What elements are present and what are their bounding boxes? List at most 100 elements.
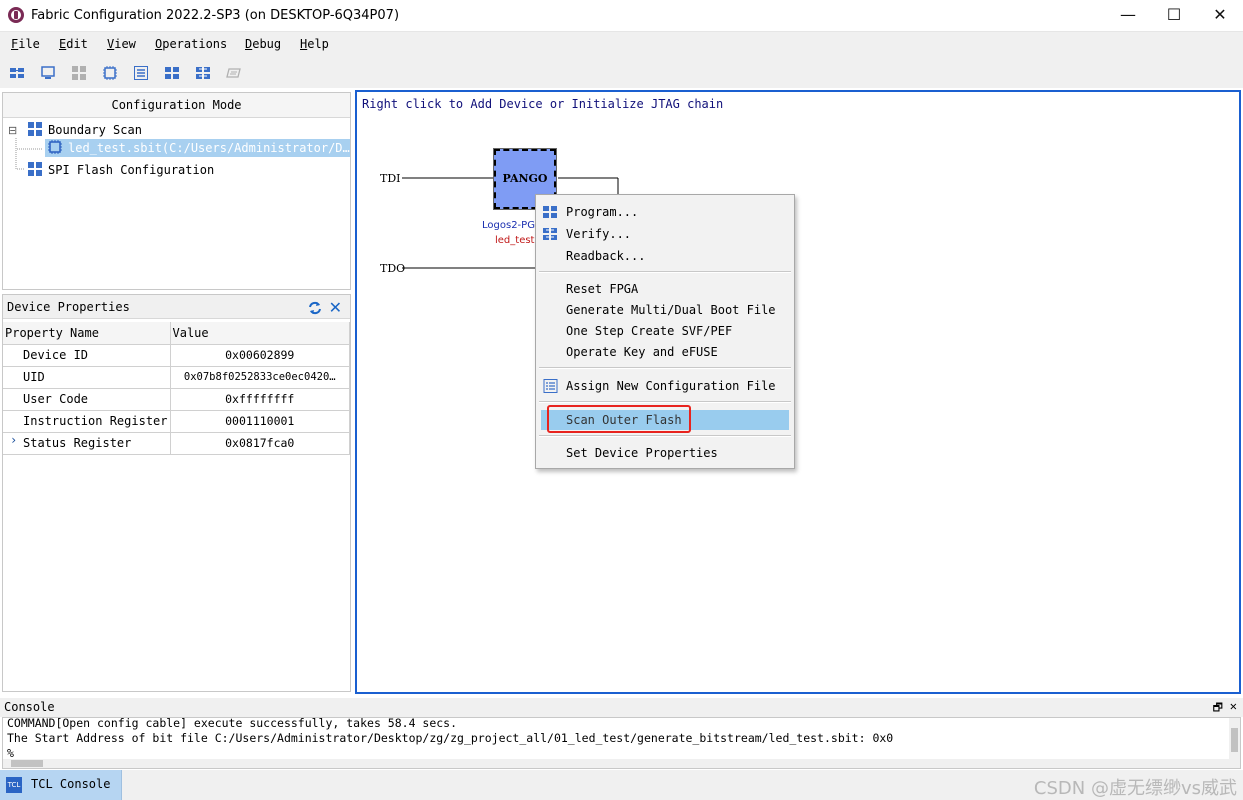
program-icon[interactable] [164,65,180,81]
chain-icon[interactable] [9,65,25,81]
tdi-label: TDI [380,172,401,185]
menu-item-operate-key-efuse[interactable]: Operate Key and eFUSE [536,342,794,362]
menu-operations[interactable]: Operations [155,37,227,51]
close-panel-icon[interactable]: ✕ [329,296,342,320]
table-row[interactable]: › Status Register 0x0817fca0 [3,432,350,455]
title-bar: Fabric Configuration 2022.2-SP3 (on DESK… [0,0,1243,32]
bottom-tab-bar: TCL TCL Console CSDN @虚无缥缈vs威武 [0,770,1243,800]
close-button[interactable]: ✕ [1197,0,1243,32]
scrollbar-thumb[interactable] [1231,728,1238,752]
console-line: The Start Address of bit file C:/Users/A… [7,731,894,745]
tdo-label: TDO [380,262,406,275]
expand-chevron-icon[interactable]: › [10,433,17,447]
property-name: Instruction Register [3,410,171,433]
menu-separator [539,271,791,273]
table-row[interactable]: Instruction Register 0001110001 [3,410,350,433]
eraser-icon[interactable] [226,65,242,81]
menu-item-label: Assign New Configuration File [566,379,776,393]
table-row[interactable]: UID 0x07b8f0252833ce0ec0420… [3,366,350,389]
console-horizontal-scrollbar[interactable] [3,759,1229,768]
property-name-cell: › Status Register [3,432,171,455]
menu-item-readback[interactable]: Readback... [536,246,794,266]
property-value: 0xffffffff [170,388,350,411]
jtag-wires [402,177,619,269]
tab-tcl-console[interactable]: TCL TCL Console [0,770,122,800]
menu-item-label: Set Device Properties [566,446,718,460]
tree-item-label: Boundary Scan [48,123,142,137]
boundary-scan-icon [28,122,42,136]
configuration-mode-panel: Configuration Mode ⊟ Boundary Scan led_t… [2,92,351,290]
window-title: Fabric Configuration 2022.2-SP3 (on DESK… [31,8,400,23]
tab-label: TCL Console [31,777,111,791]
column-header-value: Value [170,322,350,345]
grid-icon[interactable] [71,65,87,81]
device-context-menu: Program... Verify... Readback... Reset F… [535,194,795,469]
tree-item-boundary-scan[interactable]: Boundary Scan [28,121,142,139]
scrollbar-thumb[interactable] [11,760,43,767]
menu-bar: File Edit View Operations Debug Help [0,32,1243,58]
console-vertical-scrollbar[interactable] [1229,718,1240,768]
program-icon [543,205,558,219]
console-line: COMMAND[Open config cable] execute succe… [7,717,458,730]
chip-label: PANGO [502,172,548,185]
menu-item-program[interactable]: Program... [536,202,794,222]
menu-edit[interactable]: Edit [59,37,88,51]
menu-item-label: Verify... [566,227,632,241]
chip-file-icon [48,140,62,154]
menu-debug[interactable]: Debug [245,37,281,51]
console-title: Console [4,700,55,714]
menu-separator [539,435,791,437]
table-row[interactable]: Device ID 0x00602899 [3,344,350,367]
menu-item-label: Operate Key and eFUSE [566,345,718,359]
menu-item-label: Reset FPGA [566,282,639,296]
menu-item-assign-config-file[interactable]: Assign New Configuration File [536,376,794,396]
list-icon[interactable] [133,65,149,81]
chip-icon[interactable] [102,65,118,81]
property-value: 0001110001 [170,410,350,433]
assign-file-icon [543,379,558,393]
property-value: 0x0817fca0 [170,432,350,455]
property-value: 0x07b8f0252833ce0ec0420… [170,366,350,389]
jtag-chain-canvas[interactable]: Right click to Add Device or Initialize … [355,90,1241,694]
menu-item-label: Readback... [566,249,646,263]
menu-item-set-device-properties[interactable]: Set Device Properties [536,443,794,463]
menu-file[interactable]: File [11,37,40,51]
table-header-row: Property Name Value [3,322,350,345]
app-logo-icon [8,7,24,23]
verify-icon [543,227,558,241]
float-window-icon[interactable]: 🗗 [1213,698,1223,717]
console-header: Console 🗗 ✕ [0,698,1243,717]
property-name: UID [3,366,171,389]
menu-item-scan-outer-flash[interactable]: Scan Outer Flash [541,410,789,430]
device-properties-table: Property Name Value Device ID 0x00602899… [3,322,350,455]
menu-item-label: Generate Multi/Dual Boot File [566,303,776,317]
toolbar [0,58,1243,88]
menu-help[interactable]: Help [300,37,329,51]
refresh-icon[interactable] [308,299,322,315]
maximize-button[interactable]: ☐ [1151,0,1197,32]
menu-item-verify[interactable]: Verify... [536,224,794,244]
device-properties-title: Device Properties [7,300,130,314]
console-close-icon[interactable]: ✕ [1230,697,1237,716]
property-value: 0x00602899 [170,344,350,367]
console-prompt: % [7,746,14,760]
spi-flash-icon [28,162,42,176]
menu-item-generate-boot-file[interactable]: Generate Multi/Dual Boot File [536,300,794,320]
table-row[interactable]: User Code 0xffffffff [3,388,350,411]
tree-item-label: SPI Flash Configuration [48,163,215,177]
menu-separator [539,401,791,403]
tree-item-led-test-sbit[interactable]: led_test.sbit(C:/Users/Administrator/D… [45,139,350,157]
menu-item-label: Program... [566,205,639,219]
menu-item-create-svf[interactable]: One Step Create SVF/PEF [536,321,794,341]
property-name: Device ID [3,344,171,367]
watermark: CSDN @虚无缥缈vs威武 [1033,778,1237,799]
device-properties-header: Device Properties ✕ [3,295,350,319]
minimize-button[interactable]: — [1105,0,1151,32]
menu-item-reset-fpga[interactable]: Reset FPGA [536,279,794,299]
cable-icon[interactable] [40,65,56,81]
verify-icon[interactable] [195,65,211,81]
menu-separator [539,367,791,369]
tree-item-spi-flash[interactable]: SPI Flash Configuration [28,161,214,179]
console-output[interactable]: COMMAND[Open config cable] execute succe… [2,717,1241,769]
menu-view[interactable]: View [107,37,136,51]
